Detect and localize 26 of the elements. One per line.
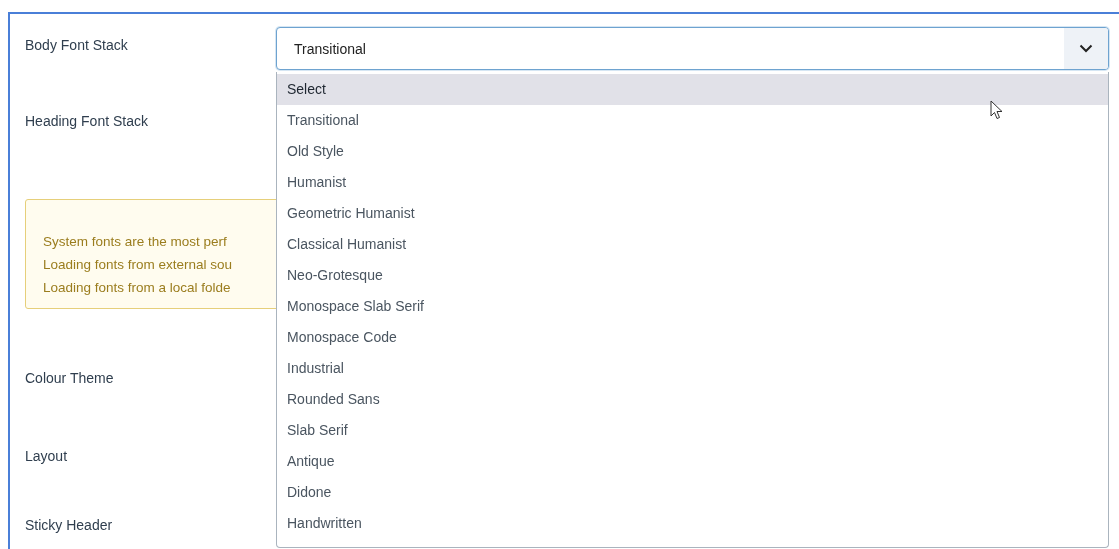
alert-text: Loading fonts from a local folde — [43, 279, 231, 297]
dropdown-option[interactable]: Old Style — [277, 136, 1108, 167]
field-label: Sticky Header — [25, 516, 113, 534]
field-label: Heading Font Stack — [25, 112, 148, 130]
dropdown-option[interactable]: Didone — [277, 477, 1108, 508]
dropdown-option[interactable]: Neo-Grotesque — [277, 260, 1108, 291]
dropdown-option[interactable]: Slab Serif — [277, 415, 1108, 446]
field-label: Layout — [25, 447, 68, 465]
chevron-icon — [1079, 44, 1093, 53]
field-label: Colour Theme — [25, 369, 114, 387]
field-label: Body Font Stack — [25, 36, 129, 54]
dropdown-option[interactable]: Rounded Sans — [277, 384, 1108, 415]
cursor-icon — [990, 100, 1003, 120]
alert-text: Loading fonts from external sou — [43, 256, 233, 274]
dropdown-option[interactable]: Classical Humanist — [277, 229, 1108, 260]
alert-text: System fonts are the most perf — [43, 233, 227, 251]
dropdown-option[interactable]: Monospace Code — [277, 322, 1108, 353]
dropdown-option[interactable]: Humanist — [277, 167, 1108, 198]
dropdown-option[interactable]: Monospace Slab Serif — [277, 291, 1108, 322]
dropdown-option[interactable]: Industrial — [277, 353, 1108, 384]
font-select[interactable]: Transitional — [276, 27, 1109, 70]
dropdown-option[interactable]: Transitional — [277, 105, 1108, 136]
dropdown-option[interactable]: Select — [277, 74, 1108, 105]
dropdown-option[interactable]: Antique — [277, 446, 1108, 477]
dropdown-option[interactable]: Geometric Humanist — [277, 198, 1108, 229]
dropdown-option[interactable]: Handwritten — [277, 508, 1108, 539]
